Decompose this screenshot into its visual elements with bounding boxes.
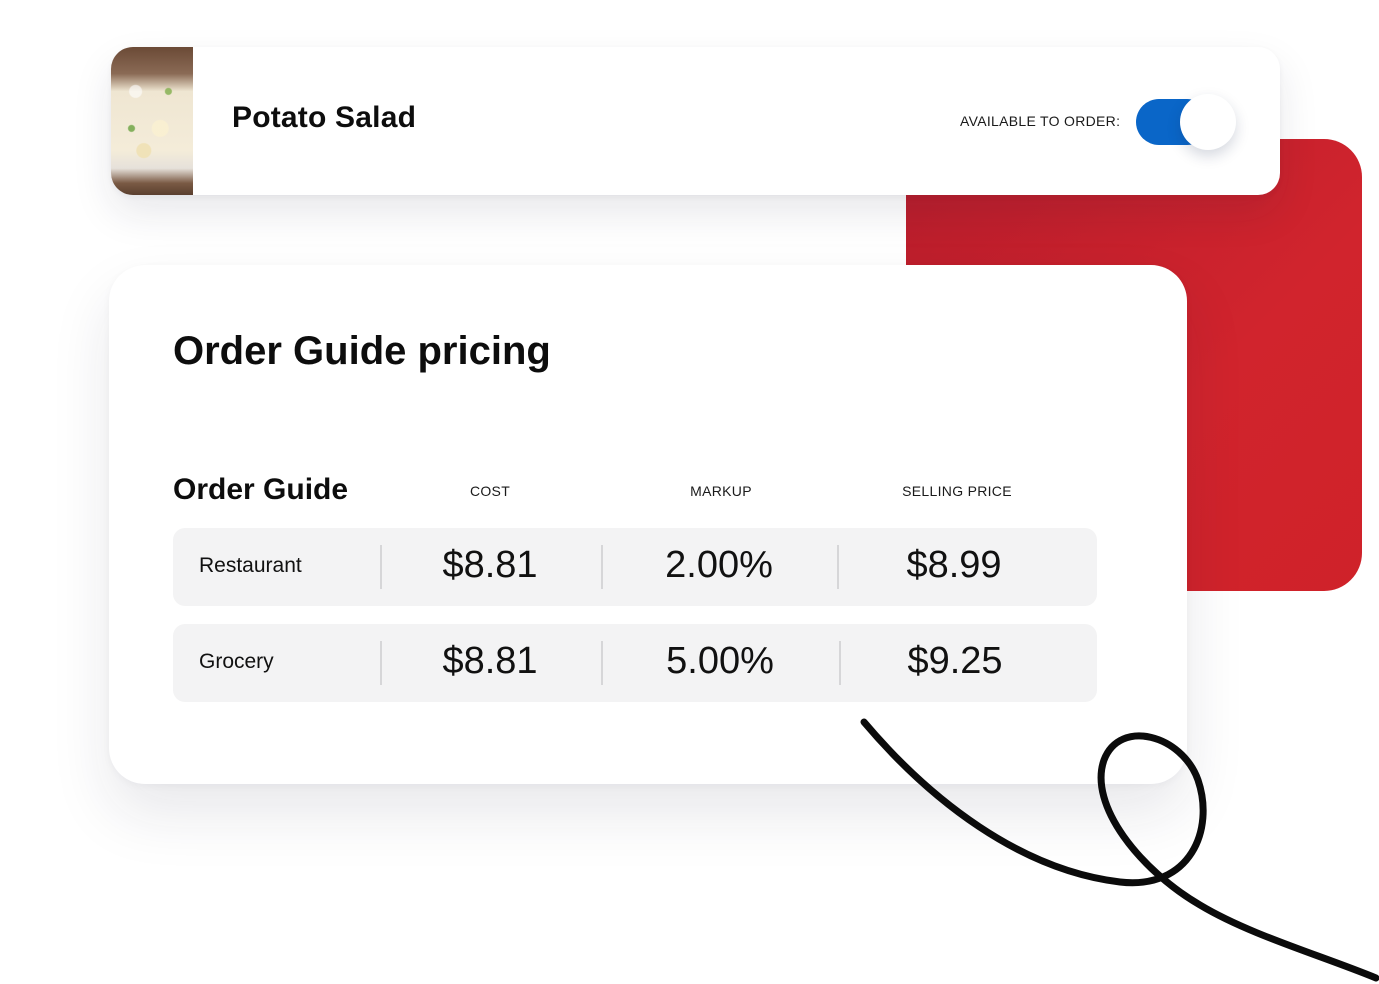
selling-price-value: $9.25 [907,640,1003,682]
column-header-selling-price: SELLING PRICE [902,483,1012,499]
cost-value: $8.81 [442,544,538,586]
table-row: Grocery $8.81 5.00% $9.25 [173,624,1097,702]
availability-toggle[interactable] [1136,94,1236,150]
row-name-grocery: Grocery [199,650,274,673]
column-divider [839,641,841,685]
column-divider [601,545,603,589]
product-thumbnail [111,47,193,195]
product-name: Potato Salad [232,101,417,134]
markup-value: 5.00% [666,640,774,682]
column-divider [837,545,839,589]
cost-value: $8.81 [442,640,538,682]
column-header-cost: COST [469,483,511,499]
column-divider [380,641,382,685]
availability-label: AVAILABLE TO ORDER: [960,113,1121,129]
column-divider [601,641,603,685]
table-row: Restaurant $8.81 2.00% $8.99 [173,528,1097,606]
row-name-restaurant: Restaurant [199,554,302,577]
toggle-knob[interactable] [1180,94,1236,150]
order-guide-label: Order Guide [173,473,349,506]
selling-price-value: $8.99 [906,544,1002,586]
pricing-card: Order Guide pricing Order Guide COST MAR… [109,265,1187,784]
markup-value: 2.00% [665,544,773,586]
pricing-illustration: Potato Salad AVAILABLE TO ORDER: Order G… [0,0,1379,984]
product-card: Potato Salad AVAILABLE TO ORDER: [111,47,1280,195]
column-header-markup: MARKUP [690,483,752,499]
pricing-title: Order Guide pricing [173,329,551,373]
column-divider [380,545,382,589]
